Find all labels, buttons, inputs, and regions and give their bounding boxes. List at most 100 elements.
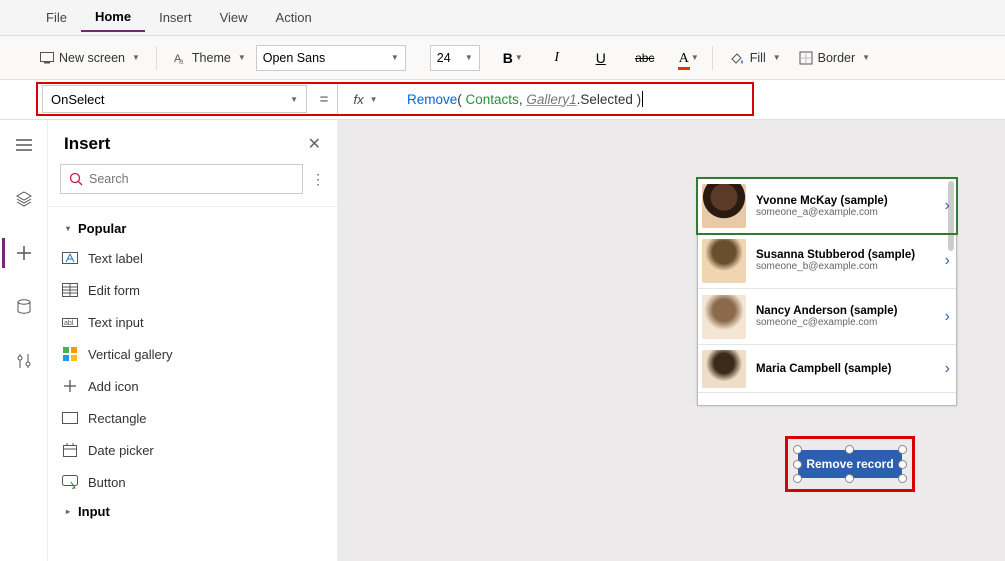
chevron-right-icon: ▸ [66,507,70,516]
resize-handle[interactable] [898,474,907,483]
font-size-select[interactable]: 24 ▼ [430,45,480,71]
left-rail [0,120,48,561]
search-input[interactable] [89,172,294,186]
italic-button[interactable]: I [542,45,572,71]
fx-icon: fx [353,92,363,107]
chevron-right-icon[interactable]: › [945,360,950,378]
menu-file[interactable]: File [32,4,81,31]
group-label: Input [78,504,110,519]
gallery-item[interactable]: Susanna Stubberod (sample)someone_b@exam… [698,233,956,289]
plus-icon [62,378,78,394]
chevron-down-icon: ▼ [370,95,378,104]
item-label: Add icon [88,379,139,394]
border-button[interactable]: Border ▼ [791,47,878,69]
insert-rail-button[interactable] [2,238,42,268]
resize-handle[interactable] [898,460,907,469]
layers-button[interactable] [4,184,44,214]
text-input-icon: abl [62,314,78,330]
search-box[interactable] [60,164,303,194]
font-name: Open Sans [263,51,326,65]
fill-button[interactable]: Fill ▼ [721,47,789,69]
item-button[interactable]: Button [48,466,337,498]
settings-button[interactable] [4,346,44,376]
resize-handle[interactable] [898,445,907,454]
svg-text:abl: abl [64,320,74,327]
contact-name: Susanna Stubberod (sample) [756,249,935,261]
contact-name: Maria Campbell (sample) [756,363,935,375]
resize-handle[interactable] [845,445,854,454]
hamburger-icon [16,138,32,152]
item-label: Button [88,475,126,490]
item-date-picker[interactable]: Date picker [48,434,337,466]
fill-label: Fill [750,51,766,65]
component-tree: ▾ Popular Text label Edit form ablText i… [48,209,337,531]
new-screen-button[interactable]: New screen ▼ [32,47,148,69]
group-input[interactable]: ▸ Input [48,498,337,525]
item-rectangle[interactable]: Rectangle [48,402,337,434]
divider [48,206,337,207]
gallery-item[interactable]: Nancy Anderson (sample)someone_c@example… [698,289,956,345]
remove-record-button[interactable]: Remove record [798,450,902,478]
equals-sign: = [311,91,337,108]
contact-email: someone_b@example.com [756,261,935,272]
formula-input[interactable]: Remove( Contacts, Gallery1.Selected ) [393,91,752,107]
contact-name: Yvonne McKay (sample) [756,195,935,207]
button-highlight-box: Remove record [785,436,915,492]
chevron-right-icon[interactable]: › [945,252,950,270]
resize-handle[interactable] [793,445,802,454]
contact-email: someone_c@example.com [756,317,935,328]
fx-button[interactable]: fx ▼ [337,84,393,114]
more-options-button[interactable]: ⋮ [311,171,325,188]
chevron-right-icon[interactable]: › [945,197,950,215]
group-label: Popular [78,221,126,236]
font-color-button[interactable]: A ▼ [674,45,704,71]
chevron-down-icon: ▼ [691,53,699,62]
item-text-label[interactable]: Text label [48,242,337,274]
menu-insert[interactable]: Insert [145,4,206,31]
item-label: Date picker [88,443,154,458]
resize-handle[interactable] [845,474,854,483]
tree-view-button[interactable] [4,130,44,160]
property-select[interactable]: OnSelect ▼ [42,85,307,113]
formula-arg1: Contacts [466,92,519,107]
bold-button[interactable]: B▼ [498,45,528,71]
resize-handle[interactable] [793,460,802,469]
strikethrough-button[interactable]: abc [630,45,660,71]
contact-name: Nancy Anderson (sample) [756,305,935,317]
insert-panel: Insert ✕ ⋮ ▾ Popular Text label Edit for… [48,120,338,561]
gallery-item[interactable]: Maria Campbell (sample) › [698,345,956,393]
theme-icon: Aa [173,51,187,65]
theme-button[interactable]: Aa Theme ▼ [165,47,254,69]
chevron-down-icon: ▼ [773,53,781,62]
new-screen-label: New screen [59,51,125,65]
item-label: Rectangle [88,411,147,426]
sliders-icon [17,353,31,369]
item-add-icon[interactable]: Add icon [48,370,337,402]
menu-home[interactable]: Home [81,3,145,32]
gallery-control[interactable]: Yvonne McKay (sample)someone_a@example.c… [697,178,957,406]
canvas[interactable]: Yvonne McKay (sample)someone_a@example.c… [338,120,1005,561]
item-label: Vertical gallery [88,347,173,362]
avatar [702,295,746,339]
resize-handle[interactable] [793,474,802,483]
close-panel-button[interactable]: ✕ [308,134,321,154]
theme-label: Theme [192,51,231,65]
underline-button[interactable]: U [586,45,616,71]
font-select[interactable]: Open Sans ▼ [256,45,406,71]
gallery-item[interactable]: Yvonne McKay (sample)someone_a@example.c… [697,178,957,234]
database-icon [17,299,31,315]
formula-function: Remove [407,92,457,107]
chevron-right-icon[interactable]: › [945,308,950,326]
item-edit-form[interactable]: Edit form [48,274,337,306]
group-popular[interactable]: ▾ Popular [48,215,337,242]
formula-bar: OnSelect ▼ = fx ▼ Remove( Contacts, Gall… [0,80,1005,120]
toolbar: New screen ▼ Aa Theme ▼ Open Sans ▼ 24 ▼… [0,36,1005,80]
data-button[interactable] [4,292,44,322]
item-text-input[interactable]: ablText input [48,306,337,338]
item-vertical-gallery[interactable]: Vertical gallery [48,338,337,370]
chevron-down-icon: ▼ [238,53,246,62]
menu-action[interactable]: Action [262,4,326,31]
insert-panel-title: Insert [64,134,110,154]
text-label-icon [62,250,78,266]
menu-view[interactable]: View [206,4,262,31]
